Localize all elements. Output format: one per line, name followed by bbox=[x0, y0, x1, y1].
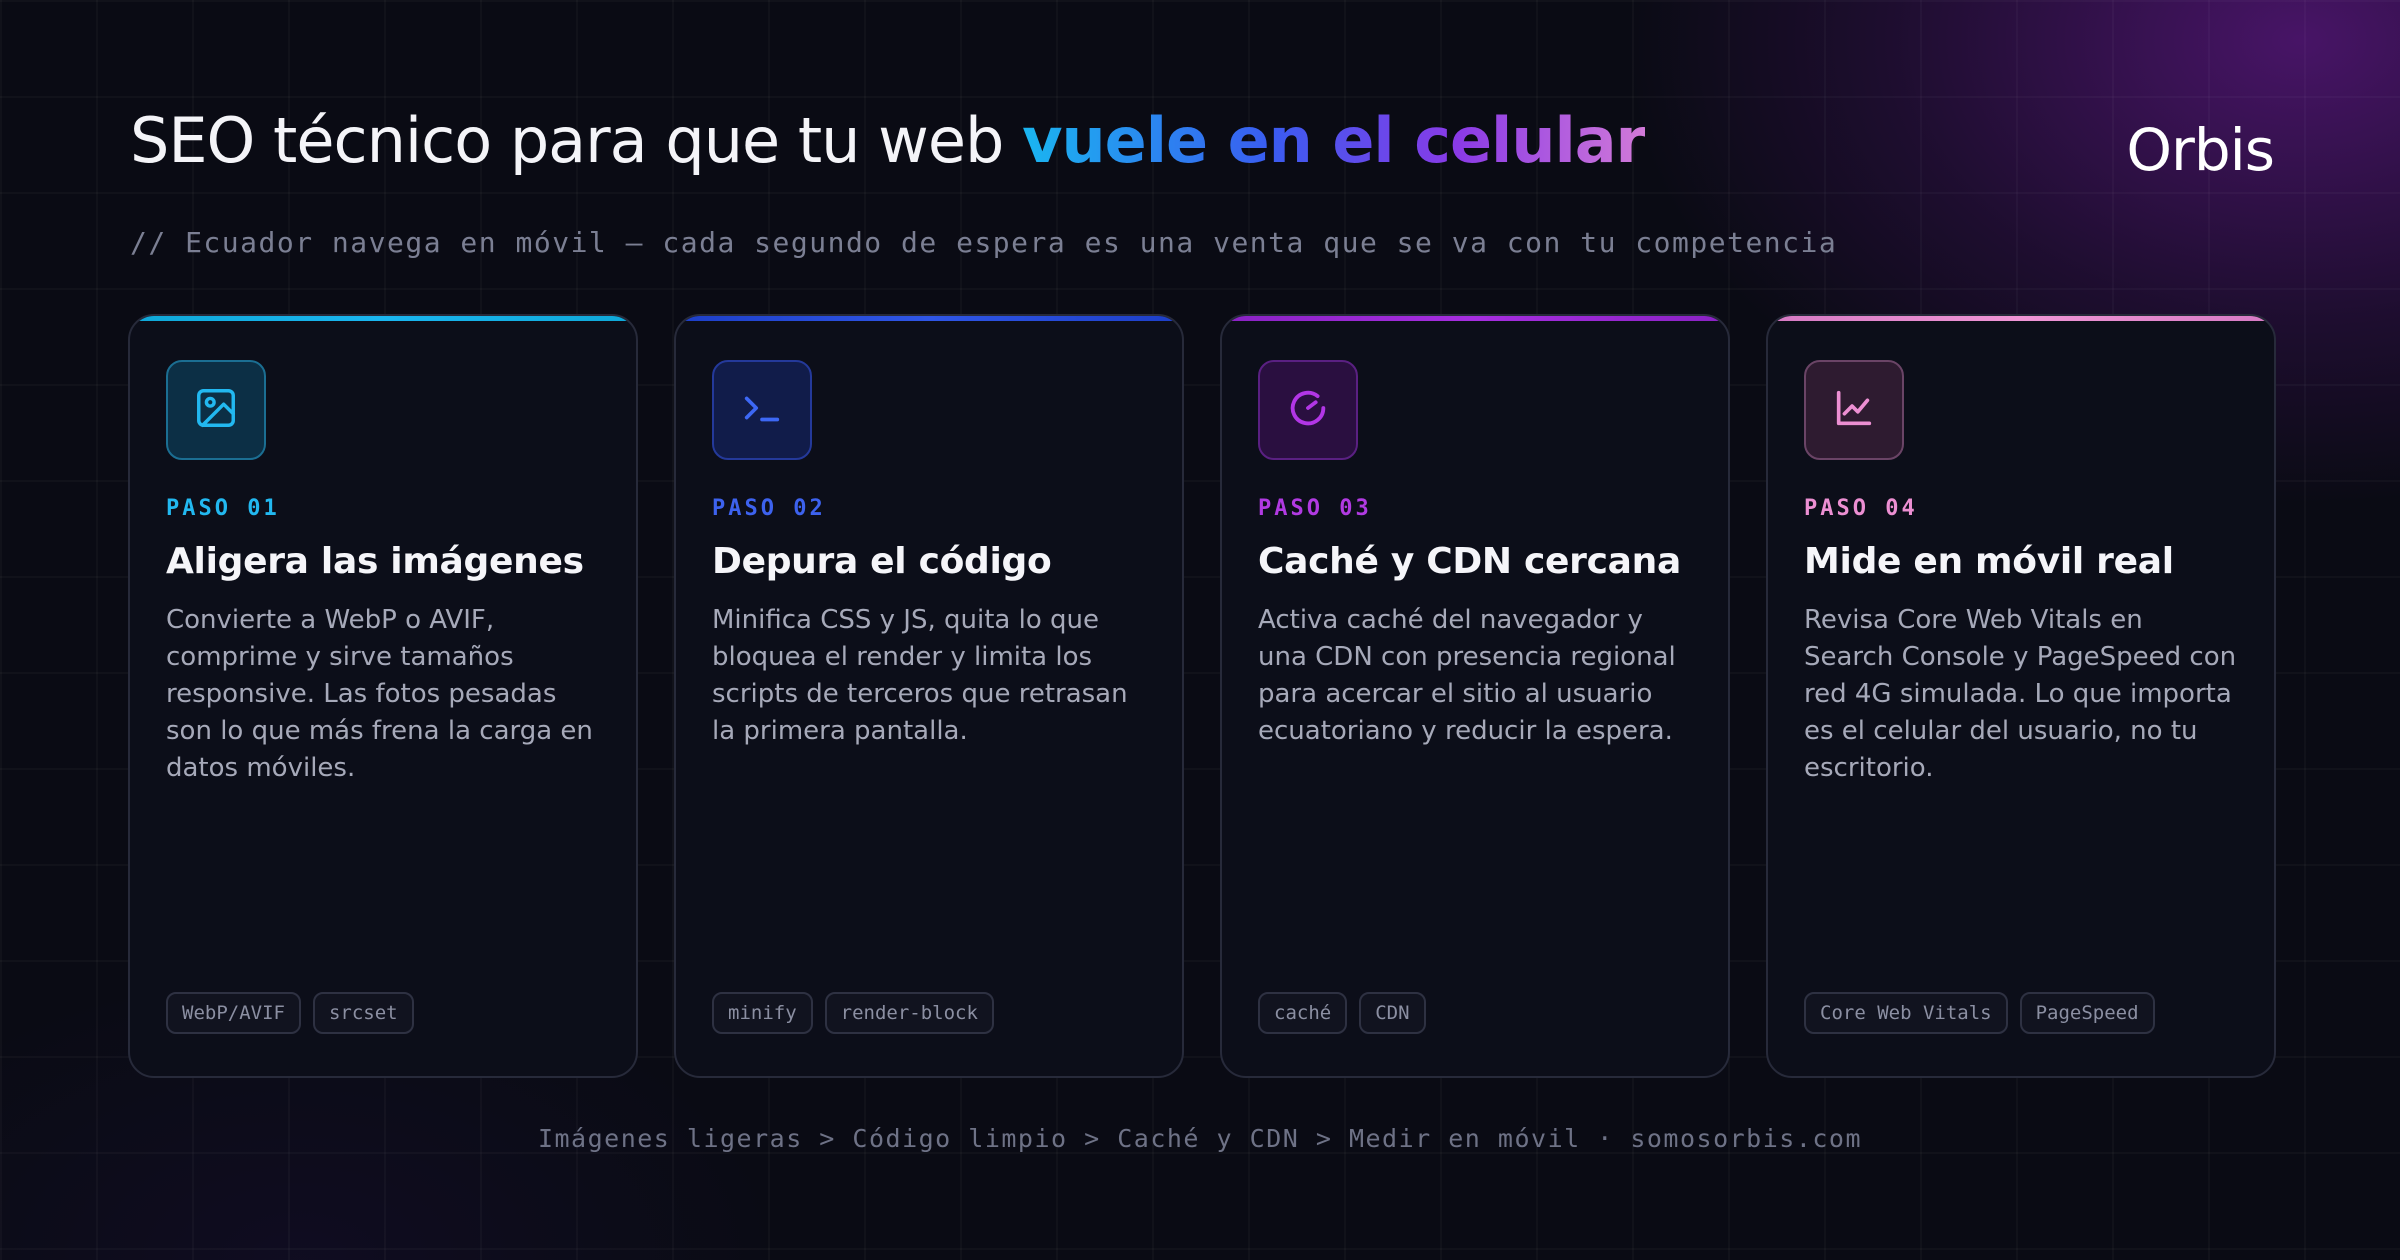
card-title: Aligera las imágenes bbox=[166, 541, 584, 582]
card-description: Activa caché del navegador y una CDN con… bbox=[1258, 605, 1676, 746]
step-card-2: PASO 02 Depura el código Minifica CSS y … bbox=[674, 314, 1184, 1078]
tag-list: WebP/AVIF srcset bbox=[166, 992, 414, 1034]
card-icon-box bbox=[166, 360, 266, 460]
brand-logo: Orbis bbox=[2126, 116, 2275, 184]
footer-text: Imágenes ligeras > Código limpio > Caché… bbox=[537, 1124, 1863, 1153]
card-description: Minifica CSS y JS, quita lo que bloquea … bbox=[712, 605, 1128, 746]
steps-cards: PASO 01 Aligera las imágenes Convierte a… bbox=[128, 314, 2276, 1078]
card-title: Depura el código bbox=[712, 541, 1052, 582]
card-icon-box bbox=[1258, 360, 1358, 460]
tag: caché bbox=[1258, 992, 1348, 1034]
card-title: Caché y CDN cercana bbox=[1258, 541, 1681, 582]
card-icon-box bbox=[712, 360, 812, 460]
tag-list: Core Web Vitals PageSpeed bbox=[1804, 992, 2155, 1034]
step-card-3: PASO 03 Caché y CDN cercana Activa caché… bbox=[1220, 314, 1730, 1078]
tag: CDN bbox=[1359, 992, 1426, 1034]
tag: srcset bbox=[312, 992, 414, 1034]
tag: Core Web Vitals bbox=[1804, 992, 2008, 1034]
terminal-icon bbox=[739, 385, 785, 435]
card-accent-bar bbox=[130, 316, 636, 321]
page-title: SEO técnico para que tu web vuele en el … bbox=[130, 104, 1646, 177]
step-label: PASO 01 bbox=[166, 496, 280, 521]
image-icon bbox=[193, 385, 239, 435]
step-card-4: PASO 04 Mide en móvil real Revisa Core W… bbox=[1766, 314, 2276, 1078]
card-accent-bar bbox=[1768, 316, 2274, 321]
page-subtitle: // Ecuador navega en móvil — cada segund… bbox=[130, 226, 1838, 259]
step-label: PASO 03 bbox=[1258, 496, 1372, 521]
tag: render-block bbox=[824, 992, 994, 1034]
card-title: Mide en móvil real bbox=[1804, 541, 2174, 582]
card-accent-bar bbox=[676, 316, 1182, 321]
step-label: PASO 04 bbox=[1804, 496, 1918, 521]
gauge-icon bbox=[1285, 385, 1331, 435]
tag-list: minify render-block bbox=[712, 992, 994, 1034]
tag: WebP/AVIF bbox=[166, 992, 301, 1034]
title-accent: vuele en el celular bbox=[1022, 104, 1646, 177]
tag-list: caché CDN bbox=[1258, 992, 1426, 1034]
step-label: PASO 02 bbox=[712, 496, 826, 521]
card-icon-box bbox=[1804, 360, 1904, 460]
tag: PageSpeed bbox=[2019, 992, 2155, 1034]
title-main: SEO técnico para que tu web bbox=[130, 104, 1023, 177]
card-accent-bar bbox=[1222, 316, 1728, 321]
step-card-1: PASO 01 Aligera las imágenes Convierte a… bbox=[128, 314, 638, 1078]
chart-line-icon bbox=[1831, 385, 1877, 435]
tag: minify bbox=[712, 992, 813, 1034]
card-description: Convierte a WebP o AVIF, comprime y sirv… bbox=[166, 605, 593, 783]
card-description: Revisa Core Web Vitals en Search Console… bbox=[1804, 605, 2237, 783]
